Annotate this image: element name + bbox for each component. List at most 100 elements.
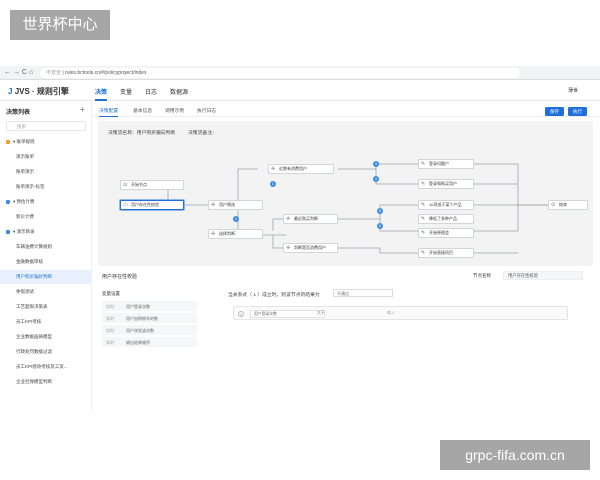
result-select[interactable]: 不通过 [333, 289, 393, 297]
sidebar-item[interactable]: 演示账单 [0, 150, 92, 164]
sidebar-item[interactable]: 企业数据画质模型 [0, 330, 92, 344]
sidebar-item[interactable]: 账单演示-标签 [0, 180, 92, 194]
screenshot-frame: ← → C ⌂ 不安全 | rules.bctools.cn/#/policyp… [0, 0, 600, 480]
nav-datasource[interactable]: 数据源 [170, 87, 188, 96]
sidebar-item[interactable]: ▾ 预估计费 [0, 195, 92, 209]
user-name[interactable]: 薄世 [568, 87, 578, 94]
node-result-3[interactable]: ✎ 10项低于某个产品 [418, 200, 474, 210]
node-select-judge[interactable]: ✢ 选择判断 [208, 229, 263, 239]
sidebar-item-label: 用户购买偏好判断 [16, 274, 52, 279]
node-name-input[interactable]: 用户存在性校验 [503, 271, 583, 280]
sidebar-item-label: 工艺超限决策表 [16, 304, 48, 309]
tab-exec-log[interactable]: 执行日志 [197, 107, 216, 114]
sidebar-item[interactable]: 金融数据审核 [0, 255, 92, 269]
sidebar-item[interactable]: 工艺超限决策表 [0, 300, 92, 314]
variable-item[interactable]: 实时 输出结果顺序 [102, 337, 197, 348]
folder-icon [6, 139, 10, 144]
node-start[interactable]: ⊙ 开始节点 [120, 180, 184, 190]
node-user-filter[interactable]: ✢ 用户筛选 [208, 200, 263, 210]
sidebar-item[interactable]: ▾ 账单规则 [0, 135, 92, 149]
tab-bar: 决策配置 基本信息 调用示例 执行日志 保存 执行 [93, 101, 600, 117]
sidebar-item-label: 新价计费 [16, 214, 34, 219]
run-button[interactable]: 执行 [568, 107, 587, 116]
node-icon: ▭ [123, 202, 128, 208]
sidebar-item[interactable]: ▾ 演示目录 [0, 225, 92, 239]
main-content: 决策配置 基本信息 调用示例 执行日志 保存 执行 决策流名称：用户购买偏向判断… [93, 101, 600, 411]
variable-settings-title: 变量设置 [102, 291, 120, 296]
folder-icon [6, 199, 10, 204]
app-logo: J JVS · 规则引擎 [8, 86, 69, 97]
node-result-2[interactable]: ✎ 登录和购买用户 [418, 179, 474, 189]
browser-toolbar: ← → C ⌂ 不安全 | rules.bctools.cn/#/policyp… [0, 66, 600, 80]
nav-logs[interactable]: 日志 [145, 87, 157, 96]
address-bar[interactable]: 不安全 | rules.bctools.cn/#/policyproject/i… [40, 68, 520, 78]
variable-type: 实时 [106, 328, 114, 333]
variable-item[interactable]: 实时 用户加购物车的数 [102, 313, 197, 324]
sidebar-item-label: 企业社保模型判断 [16, 379, 52, 384]
node-user-check[interactable]: ▭ 用户存在性校验 [120, 200, 184, 210]
sidebar-search-input[interactable]: 搜索 [6, 121, 86, 131]
sidebar-item[interactable]: 企业社保模型判断 [0, 375, 92, 389]
variable-item[interactable]: 实时 用户登录次数 [102, 301, 197, 312]
tab-decision-config[interactable]: 决策配置 [99, 107, 119, 117]
edit-icon: ✎ [421, 216, 426, 222]
sidebar-item[interactable]: 员工KPI绩效考核及工资... [0, 360, 92, 374]
watermark-bottom: grpc-fifa.com.cn [440, 440, 590, 470]
sidebar-item[interactable]: 账单演示 [0, 165, 92, 179]
edit-icon: ✎ [421, 181, 426, 187]
edit-icon: ✎ [421, 202, 426, 208]
variable-name: 用户浏览该次数 [126, 328, 154, 333]
watermark-top: 世界杯中心 [10, 10, 110, 40]
node-icon: ⊙ [123, 182, 128, 188]
sidebar-item[interactable]: 新价计费 [0, 210, 92, 224]
sidebar-item[interactable]: 休假测试 [0, 285, 92, 299]
node-icon: ✢ [271, 166, 276, 172]
variable-name: 用户登录次数 [126, 304, 150, 309]
sidebar-item-label: 账单演示 [16, 169, 34, 174]
sidebar-item[interactable]: 员工KPI考核 [0, 315, 92, 329]
variable-type: 实时 [106, 304, 114, 309]
sidebar-item[interactable]: 车辆油费计算规则 [0, 240, 92, 254]
branch-badge: 5 [377, 208, 383, 214]
tab-basic-info[interactable]: 基本信息 [133, 107, 152, 114]
panel-title: 用户存在性校验 [102, 274, 138, 280]
node-recent-buy[interactable]: ✢ 最近购买判断 [283, 214, 338, 224]
condition-value-input[interactable]: 输入 [384, 310, 444, 318]
node-result-5[interactable]: ✎ 开始原理会 [418, 228, 474, 238]
node-end[interactable]: ⊙ 结束 [548, 200, 588, 210]
sidebar-item[interactable]: 行政处罚数据过滤 [0, 345, 92, 359]
node-result-1[interactable]: ✎ 登录问题户 [418, 159, 474, 169]
condition-index: 1 [238, 311, 244, 317]
variable-type: 实时 [106, 340, 114, 345]
condition-operator[interactable]: 大于 [314, 310, 359, 318]
node-recent-user[interactable]: ✢ 近期有消费用户 [268, 164, 334, 174]
node-result-6[interactable]: ✎ 开始直接项目 [418, 248, 474, 258]
sidebar-item-label: 账单演示-标签 [16, 184, 45, 189]
node-no-buy[interactable]: ✢ 判断是否消费用户 [283, 243, 338, 253]
tab-examples[interactable]: 调用示例 [165, 107, 184, 114]
sidebar-item-label: 休假测试 [16, 289, 34, 294]
variable-type: 实时 [106, 316, 114, 321]
sidebar-title: 决策列表 [6, 110, 31, 116]
sidebar-item-label: 金融数据审核 [16, 259, 43, 264]
browser-nav-buttons[interactable]: ← → C ⌂ [4, 69, 33, 76]
branch-badge: 1 [270, 181, 276, 187]
flow-connectors [167, 163, 548, 254]
sidebar-item-label: ▾ 预估计费 [13, 199, 35, 204]
add-decision-button[interactable]: + [80, 105, 85, 114]
branch-badge: 6 [377, 223, 383, 229]
flow-canvas[interactable]: 决策流名称：用户购买偏向判断 决策流备注： ⊙ 开始节点 ▭ 用户存在性校验 ✢… [98, 121, 593, 266]
node-icon: ✢ [211, 231, 216, 237]
nav-variables[interactable]: 变量 [120, 87, 132, 96]
edit-icon: ✎ [421, 230, 426, 236]
variable-item[interactable]: 实时 用户浏览该次数 [102, 325, 197, 336]
variable-settings: 变量设置 实时 用户登录次数 实时 用户加购物车的数 实时 用户浏览该次数 实时 输出结果顺序 [102, 291, 197, 381]
node-result-4[interactable]: ✎ 降低了多种产品 [418, 214, 474, 224]
condition-editor: 当关系式（ 1 ）成立时，则该节点的结果为 不通过 1 用户登录次数 大于 输入 [228, 289, 588, 361]
sidebar-item-label: 行政处罚数据过滤 [16, 349, 52, 354]
sidebar-item[interactable]: 用户购买偏好判断 [0, 270, 92, 284]
edit-icon: ✎ [421, 250, 426, 256]
logo-mark: J [8, 87, 13, 96]
save-button[interactable]: 保存 [545, 107, 564, 116]
nav-decision[interactable]: 决策 [95, 87, 108, 101]
